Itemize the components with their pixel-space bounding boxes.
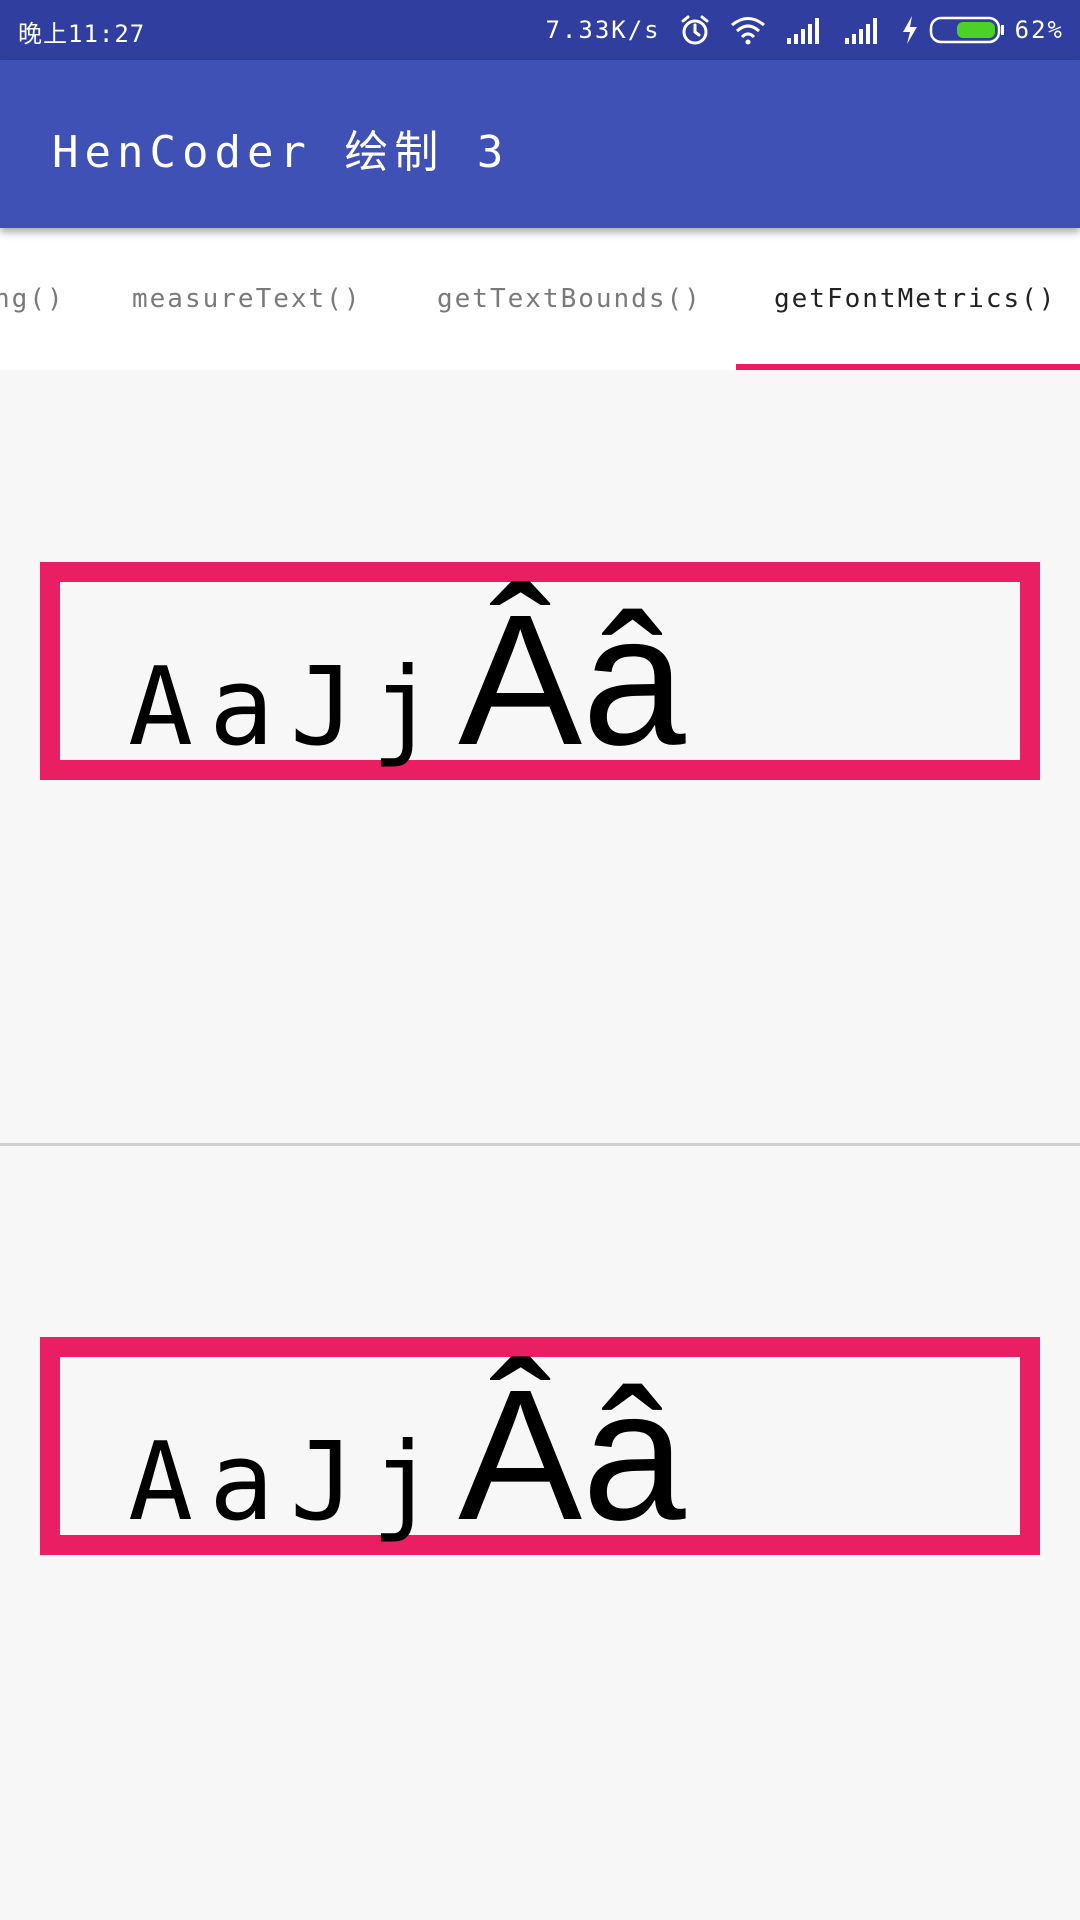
tab-bar: ng() measureText() getTextBounds() getFo… xyxy=(0,228,1080,370)
signal-icon xyxy=(785,16,825,44)
status-icons: 7.33K/s 62% xyxy=(545,14,1064,46)
sample-text-accented: Ââ xyxy=(458,1352,686,1559)
status-time: 晚上11:27 xyxy=(18,20,146,48)
tab-indicator xyxy=(736,364,1080,370)
sample-text-handwritten: AaJj xyxy=(128,1420,453,1545)
text-sample: AaJj Ââ xyxy=(128,577,686,784)
text-sample-box-bottom: AaJj Ââ xyxy=(40,1337,1040,1555)
app-bar: HenCoder 绘制 3 xyxy=(0,60,1080,228)
tab-get-font-metrics[interactable]: getFontMetrics() xyxy=(774,284,1056,314)
sample-text-handwritten: AaJj xyxy=(128,645,453,770)
tab-measure-text[interactable]: measureText() xyxy=(132,284,362,314)
signal-icon xyxy=(843,16,883,44)
battery-percent: 62% xyxy=(1014,16,1064,44)
app-title: HenCoder 绘制 3 xyxy=(52,127,510,178)
tab-break-text[interactable]: ng() xyxy=(0,284,65,314)
battery-icon xyxy=(929,15,1005,45)
sample-text-accented: Ââ xyxy=(458,577,686,784)
tab-get-text-bounds[interactable]: getTextBounds() xyxy=(437,284,702,314)
alarm-icon xyxy=(679,14,711,46)
text-sample-box-top: AaJj Ââ xyxy=(40,562,1040,780)
status-bar: 晚上11:27 7.33K/s 62% xyxy=(0,0,1080,60)
wifi-icon xyxy=(729,15,767,45)
divider xyxy=(0,1143,1080,1146)
text-sample: AaJj Ââ xyxy=(128,1352,686,1559)
battery-indicator: 62% xyxy=(901,15,1064,45)
charging-icon xyxy=(901,15,919,45)
net-speed: 7.33K/s xyxy=(545,16,661,44)
